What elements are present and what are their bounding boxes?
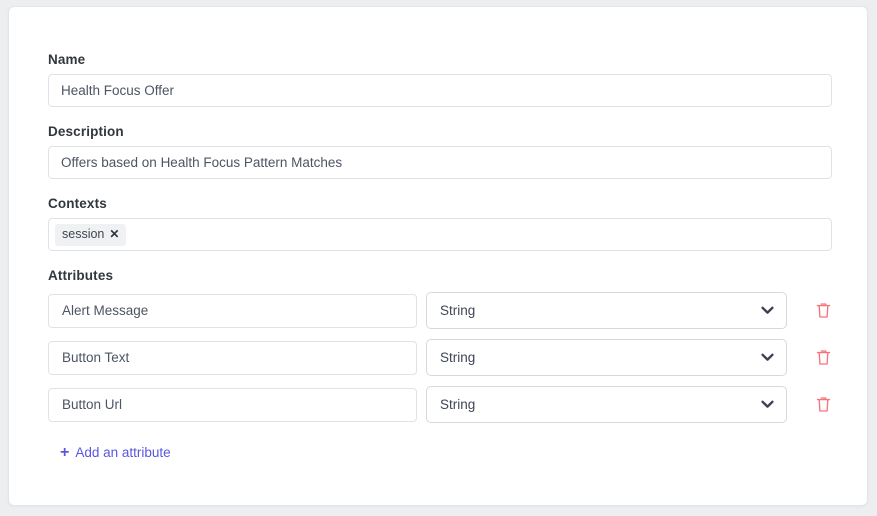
contexts-label: Contexts [48, 196, 107, 211]
description-input[interactable] [48, 146, 832, 179]
trash-icon [816, 303, 831, 322]
add-attribute-label: Add an attribute [75, 445, 171, 460]
context-chip-label: session [62, 226, 105, 241]
attribute-row: String [48, 338, 832, 377]
attribute-type-select[interactable]: String [426, 386, 787, 423]
attribute-row: String [48, 291, 832, 330]
delete-attribute-button[interactable] [816, 302, 831, 319]
attribute-name-input[interactable] [48, 293, 417, 328]
attribute-form-card: Name Description Contexts session ✕ Attr… [8, 6, 868, 506]
attributes-section: Attributes String [48, 267, 832, 462]
attribute-delete-cell [787, 302, 832, 319]
attribute-form: Name Description Contexts session ✕ Attr… [48, 51, 832, 462]
description-field-group: Description [48, 123, 832, 179]
attribute-delete-cell [787, 396, 832, 413]
attribute-type-cell: String [426, 386, 787, 423]
plus-icon: + [60, 444, 70, 461]
contexts-field-group: Contexts session ✕ [48, 195, 832, 251]
attribute-name-cell [48, 293, 417, 328]
attribute-row: String [48, 385, 832, 424]
attribute-delete-cell [787, 349, 832, 366]
close-icon[interactable]: ✕ [109, 228, 119, 240]
name-label: Name [48, 52, 86, 67]
context-chip[interactable]: session ✕ [55, 223, 127, 246]
attribute-name-input[interactable] [48, 387, 417, 422]
attribute-type-cell: String [426, 339, 787, 376]
attribute-type-cell: String [426, 292, 787, 329]
contexts-input[interactable]: session ✕ [48, 218, 832, 251]
attribute-name-cell [48, 340, 417, 375]
attribute-type-select[interactable]: String [426, 292, 787, 329]
trash-icon [816, 397, 831, 416]
delete-attribute-button[interactable] [816, 396, 831, 413]
trash-icon [816, 350, 831, 369]
attribute-name-input[interactable] [48, 340, 417, 375]
name-input[interactable] [48, 74, 832, 107]
attribute-type-select[interactable]: String [426, 339, 787, 376]
description-label: Description [48, 124, 124, 139]
attribute-name-cell [48, 387, 417, 422]
attribute-type-value: String [440, 397, 476, 412]
add-attribute-link[interactable]: + Add an attribute [60, 444, 171, 461]
name-field-group: Name [48, 51, 832, 107]
delete-attribute-button[interactable] [816, 349, 831, 366]
attributes-label: Attributes [48, 268, 114, 283]
attribute-type-value: String [440, 303, 476, 318]
attribute-type-value: String [440, 350, 476, 365]
